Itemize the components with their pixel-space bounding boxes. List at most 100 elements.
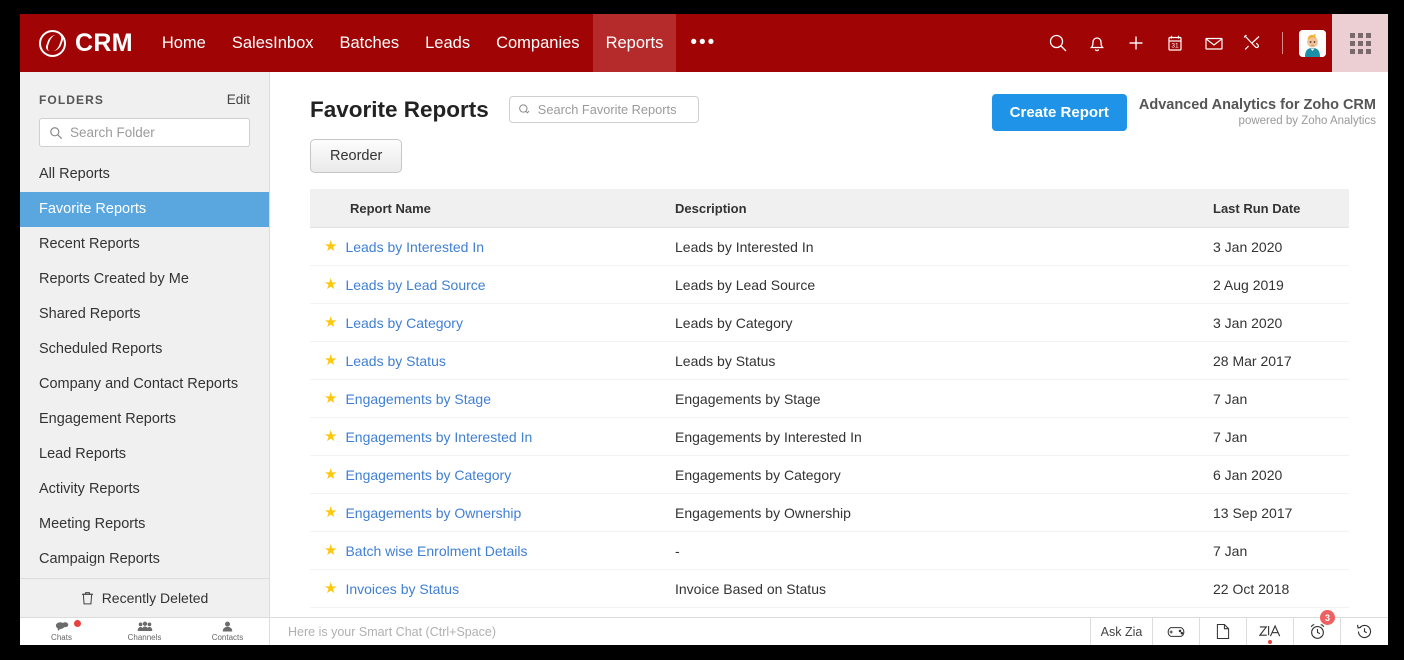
report-name-cell: ★ Engagements by Category (324, 467, 675, 483)
folder-search-input[interactable] (63, 125, 249, 140)
cell-description: Engagements by Interested In (675, 417, 1213, 456)
cell-description: Invoice Based on Status (675, 569, 1213, 608)
report-link[interactable]: Batch wise Enrolment Details (345, 543, 527, 559)
nav-item-leads[interactable]: Leads (412, 14, 483, 72)
column-header-last-run-date[interactable]: Last Run Date (1213, 189, 1349, 228)
favorite-star-icon[interactable]: ★ (324, 467, 337, 482)
folder-search-box[interactable] (39, 118, 250, 147)
nav-more-button[interactable]: ••• (676, 14, 730, 72)
folders-title: FOLDERS (39, 92, 105, 107)
chats-unread-badge (74, 620, 81, 627)
cell-description: Leads by Lead Source (675, 265, 1213, 304)
create-report-button[interactable]: Create Report (991, 94, 1127, 131)
favorite-star-icon[interactable]: ★ (324, 429, 337, 444)
crm-mark-icon (39, 29, 66, 57)
report-link[interactable]: Leads by Lead Source (345, 277, 485, 293)
sidebar-item-engagement-reports[interactable]: Engagement Reports (20, 402, 269, 437)
report-link[interactable]: Engagements by Interested In (345, 429, 532, 445)
cell-description: Engagements by Ownership (675, 493, 1213, 532)
report-link[interactable]: Leads by Category (345, 315, 463, 331)
search-icon[interactable] (1038, 14, 1077, 72)
report-link[interactable]: Engagements by Category (345, 467, 511, 483)
report-name-cell: ★ Leads by Status (324, 353, 675, 369)
favorite-star-icon[interactable]: ★ (324, 353, 337, 368)
sidebar-item-company-and-contact-reports[interactable]: Company and Contact Reports (20, 367, 269, 402)
favorite-star-icon[interactable]: ★ (324, 543, 337, 558)
sidebar-item-shared-reports[interactable]: Shared Reports (20, 297, 269, 332)
sidebar-item-reports-created-by-me[interactable]: Reports Created by Me (20, 262, 269, 297)
recently-deleted-button[interactable]: Recently Deleted (20, 578, 269, 617)
nav-item-home[interactable]: Home (149, 14, 219, 72)
reports-table-body: ★ Leads by Interested In Leads by Interest… (310, 227, 1349, 608)
report-link[interactable]: Invoices by Status (345, 581, 459, 597)
calendar-icon[interactable]: 31 (1155, 14, 1194, 72)
tools-icon[interactable] (1233, 14, 1272, 72)
report-link[interactable]: Leads by Interested In (345, 239, 484, 255)
favorite-star-icon[interactable]: ★ (324, 315, 337, 330)
sidebar-item-all-reports[interactable]: All Reports (20, 157, 269, 192)
sidebar-item-meeting-reports[interactable]: Meeting Reports (20, 507, 269, 542)
cell-report-name: ★ Engagements by Interested In (310, 417, 675, 456)
zia-button[interactable] (1247, 618, 1294, 645)
chat-tab-contacts[interactable]: Contacts (186, 618, 269, 645)
nav-item-batches[interactable]: Batches (327, 14, 413, 72)
sidebar-item-lead-reports[interactable]: Lead Reports (20, 437, 269, 472)
cell-description: Leads by Category (675, 303, 1213, 342)
table-row: ★ Leads by Lead Source Leads by Lead Sourc… (310, 265, 1349, 304)
favorite-star-icon[interactable]: ★ (324, 239, 337, 254)
cell-report-name: ★ Engagements by Ownership (310, 493, 675, 532)
favorite-reports-search-box[interactable] (508, 96, 699, 123)
favorite-star-icon[interactable]: ★ (324, 277, 337, 292)
brand-label: CRM (75, 28, 133, 57)
nav-item-salesinbox[interactable]: SalesInbox (219, 14, 327, 72)
column-header-report-name[interactable]: Report Name (310, 189, 675, 228)
envelope-icon[interactable] (1194, 14, 1233, 72)
favorite-star-icon[interactable]: ★ (324, 581, 337, 596)
reports-table: Report Name Description Last Run Date ★ L… (310, 189, 1349, 608)
report-name-cell: ★ Leads by Category (324, 315, 675, 331)
note-button[interactable] (1200, 618, 1247, 645)
sidebar-item-recent-reports[interactable]: Recent Reports (20, 227, 269, 262)
avatar[interactable] (1293, 14, 1332, 72)
column-header-description[interactable]: Description (675, 189, 1213, 228)
reports-table-wrapper: Report Name Description Last Run Date ★ L… (310, 189, 1349, 608)
ask-zia-button[interactable]: Ask Zia (1091, 618, 1153, 645)
report-link[interactable]: Leads by Status (345, 353, 445, 369)
nav-icon-group: 31 (1038, 14, 1388, 72)
favorite-reports-search-input[interactable] (532, 102, 698, 117)
apps-grid-button[interactable] (1332, 14, 1388, 72)
crm-logo[interactable]: CRM (20, 14, 149, 72)
folders-edit-link[interactable]: Edit (227, 92, 250, 107)
cell-last-run-date: 22 Oct 2018 (1213, 569, 1349, 608)
chat-tab-chats-label: Chats (51, 633, 72, 642)
report-link[interactable]: Engagements by Stage (345, 391, 491, 407)
cell-report-name: ★ Invoices by Status (310, 569, 675, 608)
table-row: ★ Invoices by Status Invoice Based on Stat… (310, 569, 1349, 608)
alarm-clock-button[interactable]: 3 (1294, 610, 1341, 645)
chat-tab-group: Chats Channels Contacts (20, 618, 270, 645)
report-link[interactable]: Engagements by Ownership (345, 505, 521, 521)
bell-icon[interactable] (1077, 14, 1116, 72)
smart-chat-input[interactable] (288, 624, 1090, 639)
cell-last-run-date: 3 Jan 2020 (1213, 303, 1349, 342)
history-button[interactable] (1341, 618, 1388, 645)
sidebar-item-activity-reports[interactable]: Activity Reports (20, 472, 269, 507)
zia-notification-dot (1268, 640, 1272, 644)
nav-item-companies[interactable]: Companies (483, 14, 592, 72)
cell-report-name: ★ Leads by Status (310, 341, 675, 380)
game-controller-icon (1167, 626, 1185, 637)
sidebar-item-scheduled-reports[interactable]: Scheduled Reports (20, 332, 269, 367)
favorite-star-icon[interactable]: ★ (324, 391, 337, 406)
favorite-star-icon[interactable]: ★ (324, 505, 337, 520)
top-navigation-bar: CRM Home SalesInbox Batches Leads Compan… (20, 14, 1388, 72)
report-name-cell: ★ Invoices by Status (324, 581, 675, 597)
reorder-button[interactable]: Reorder (310, 139, 403, 173)
sidebar-item-favorite-reports[interactable]: Favorite Reports (20, 192, 269, 227)
history-clock-icon (1356, 624, 1372, 639)
plus-icon[interactable] (1116, 14, 1155, 72)
chat-tab-chats[interactable]: Chats (20, 618, 103, 645)
nav-item-reports[interactable]: Reports (592, 14, 677, 72)
chat-tab-channels[interactable]: Channels (103, 618, 186, 645)
smart-chat-field[interactable] (270, 618, 1091, 645)
game-controller-button[interactable] (1153, 618, 1200, 645)
